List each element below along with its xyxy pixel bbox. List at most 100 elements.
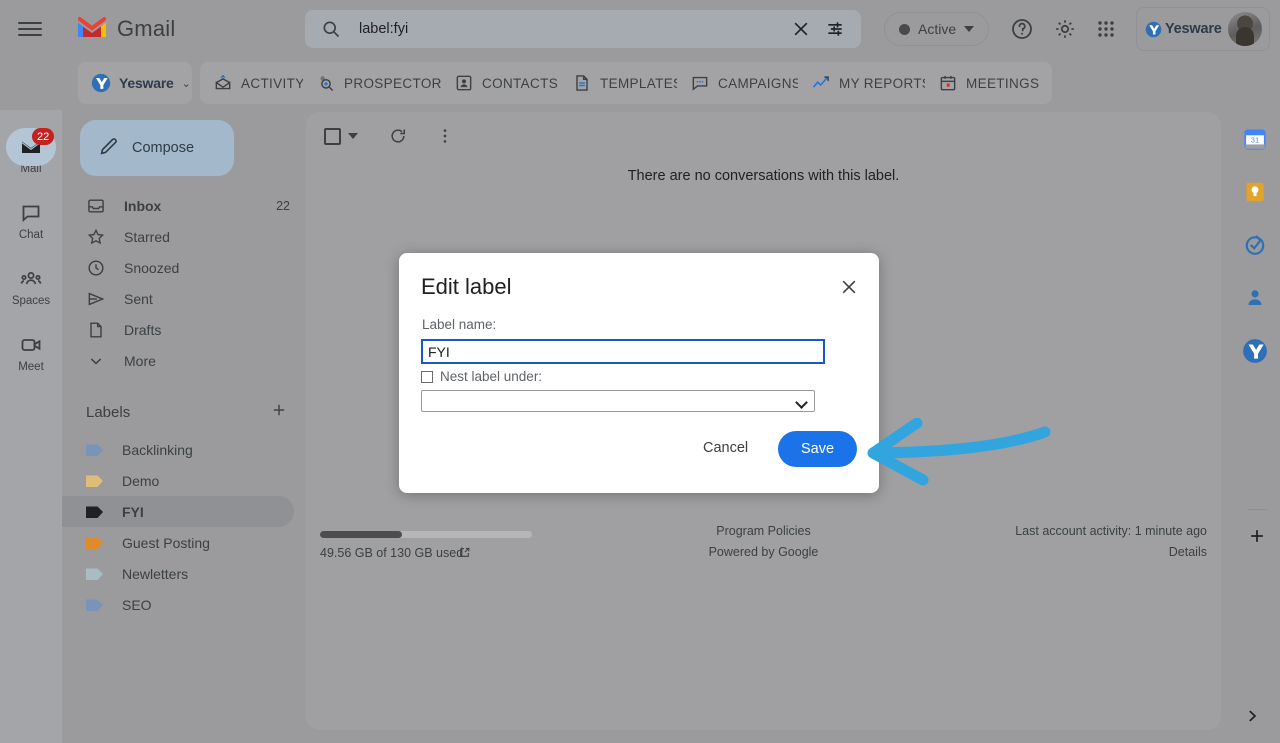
yesware-tab-contacts[interactable]: CONTACTS <box>441 62 572 104</box>
label-tag-icon <box>86 598 104 612</box>
clock-icon <box>86 258 106 278</box>
refresh-icon[interactable] <box>388 126 408 146</box>
nav-item-label: Inbox <box>124 197 162 214</box>
nest-parent-select[interactable] <box>421 390 815 412</box>
label-item-seo[interactable]: SEO <box>62 589 306 620</box>
nest-label-checkbox[interactable] <box>421 370 433 383</box>
compose-button[interactable]: Compose <box>80 120 234 176</box>
nav-item-label: Starred <box>124 228 170 245</box>
yesware-tab-prospector[interactable]: PROSPECTOR <box>303 62 455 104</box>
account-chip[interactable]: Yesware <box>1136 7 1270 51</box>
nav-folder-list: Inbox 22 Starred Snoozed Sent Drafts Mor… <box>62 190 306 376</box>
pencil-icon <box>98 135 120 162</box>
yesware-tab-label: CAMPAIGNS <box>718 75 802 91</box>
spaces-icon <box>19 267 43 291</box>
chevron-down-icon[interactable] <box>348 133 358 139</box>
search-bar[interactable]: label:fyi <box>305 10 861 48</box>
nav-item-label: Drafts <box>124 321 162 338</box>
mail-nav: Compose Inbox 22 Starred Snoozed Sent Dr… <box>62 110 306 743</box>
templates-document-icon <box>576 75 588 91</box>
yesware-icon[interactable] <box>1242 338 1268 364</box>
account-name: Yesware <box>1165 21 1222 37</box>
yesware-tab-activity[interactable]: ACTIVITY <box>200 62 318 104</box>
nav-item-label: Snoozed <box>124 259 180 276</box>
yesware-account-logo: Yesware <box>1145 21 1222 38</box>
nav-item-count: 22 <box>276 198 290 213</box>
cancel-button[interactable]: Cancel <box>703 440 748 456</box>
yesware-tab-label: PROSPECTOR <box>344 75 442 91</box>
label-item-guest-posting[interactable]: Guest Posting <box>62 527 306 558</box>
nav-item-label: Sent <box>124 290 153 307</box>
yesware-tab-my-reports[interactable]: MY REPORTS <box>798 62 945 104</box>
contacts-card-icon <box>456 75 472 91</box>
hamburger-icon[interactable] <box>18 17 42 41</box>
label-tag-icon <box>86 474 104 488</box>
status-dot-icon <box>899 23 910 35</box>
more-vertical-icon[interactable] <box>435 126 455 146</box>
search-icon <box>321 19 341 39</box>
label-item-newletters[interactable]: Newletters <box>62 558 306 589</box>
tasks-icon[interactable] <box>1242 232 1268 258</box>
nav-item-inbox[interactable]: Inbox 22 <box>62 190 306 221</box>
yesware-tab-templates[interactable]: TEMPLATES <box>559 62 696 104</box>
keep-notes-icon[interactable] <box>1242 179 1268 205</box>
nav-item-more[interactable]: More <box>62 345 306 376</box>
yesware-tab-campaigns[interactable]: CAMPAIGNS <box>677 62 815 104</box>
nav-item-drafts[interactable]: Drafts <box>62 314 306 345</box>
select-all-checkbox[interactable] <box>324 127 341 145</box>
list-toolbar <box>306 112 1221 160</box>
label-item-label: Demo <box>122 472 160 489</box>
nav-item-sent[interactable]: Sent <box>62 283 306 314</box>
filter-options-icon[interactable] <box>825 19 845 39</box>
footer: 49.56 GB of 130 GB used Program Policies… <box>306 524 1221 570</box>
calendar-icon[interactable]: 31 <box>1242 126 1268 152</box>
search-input[interactable]: label:fyi <box>359 21 791 37</box>
details-link[interactable]: Details <box>1015 545 1207 559</box>
gmail-brand[interactable]: Gmail <box>76 15 175 44</box>
gear-icon[interactable] <box>1053 17 1077 41</box>
plus-icon[interactable] <box>270 401 288 424</box>
avatar[interactable] <box>1227 12 1262 46</box>
nav-item-snoozed[interactable]: Snoozed <box>62 252 306 283</box>
plus-icon[interactable] <box>1247 526 1267 546</box>
label-item-fyi[interactable]: FYI <box>62 496 294 527</box>
label-item-demo[interactable]: Demo <box>62 465 306 496</box>
rail-item-spaces[interactable]: Spaces <box>0 254 62 320</box>
yesware-brand-button[interactable]: Yesware ⌄ <box>78 62 192 104</box>
rail-item-meet[interactable]: Meet <box>0 320 62 386</box>
label-item-label: Guest Posting <box>122 534 210 551</box>
campaigns-chat-icon <box>692 76 708 91</box>
yesware-tab-label: TEMPLATES <box>600 75 683 91</box>
apps-grid-icon[interactable] <box>1094 17 1118 41</box>
star-icon <box>86 227 106 247</box>
nav-item-starred[interactable]: Starred <box>62 221 306 252</box>
rail-item-chat[interactable]: Chat <box>0 188 62 254</box>
yesware-icon <box>91 73 111 93</box>
contacts-person-icon[interactable] <box>1242 285 1268 311</box>
close-icon[interactable] <box>791 19 811 39</box>
label-name-caption: Label name: <box>422 317 497 332</box>
status-badge[interactable]: Active <box>884 12 990 46</box>
label-tag-icon <box>86 567 104 581</box>
labels-list: Backlinking Demo FYI Guest Posting Newle… <box>62 434 306 620</box>
nav-item-label: More <box>124 352 156 369</box>
gmail-wordmark: Gmail <box>117 16 176 41</box>
label-item-backlinking[interactable]: Backlinking <box>62 434 306 465</box>
dialog-title: Edit label <box>421 274 512 299</box>
yesware-tab-label: MY REPORTS <box>839 75 932 91</box>
prospector-search-icon <box>320 76 334 92</box>
yesware-brand-label: Yesware <box>119 75 174 91</box>
chevron-right-icon[interactable] <box>1243 707 1261 725</box>
label-item-label: SEO <box>122 596 152 613</box>
save-button[interactable]: Save <box>778 431 857 467</box>
inbox-icon <box>86 196 106 216</box>
gmail-logo-icon <box>76 15 108 44</box>
rail-item-label: Meet <box>18 361 44 373</box>
label-name-input[interactable] <box>421 339 825 364</box>
nest-label-row[interactable]: Nest label under: <box>421 369 542 384</box>
side-panel-rail: 31 <box>1236 112 1280 743</box>
close-icon[interactable] <box>839 277 859 297</box>
rail-item-mail[interactable]: 22 Mail <box>0 122 62 188</box>
yesware-tab-meetings[interactable]: MEETINGS <box>925 62 1053 104</box>
help-icon[interactable] <box>1010 17 1034 41</box>
